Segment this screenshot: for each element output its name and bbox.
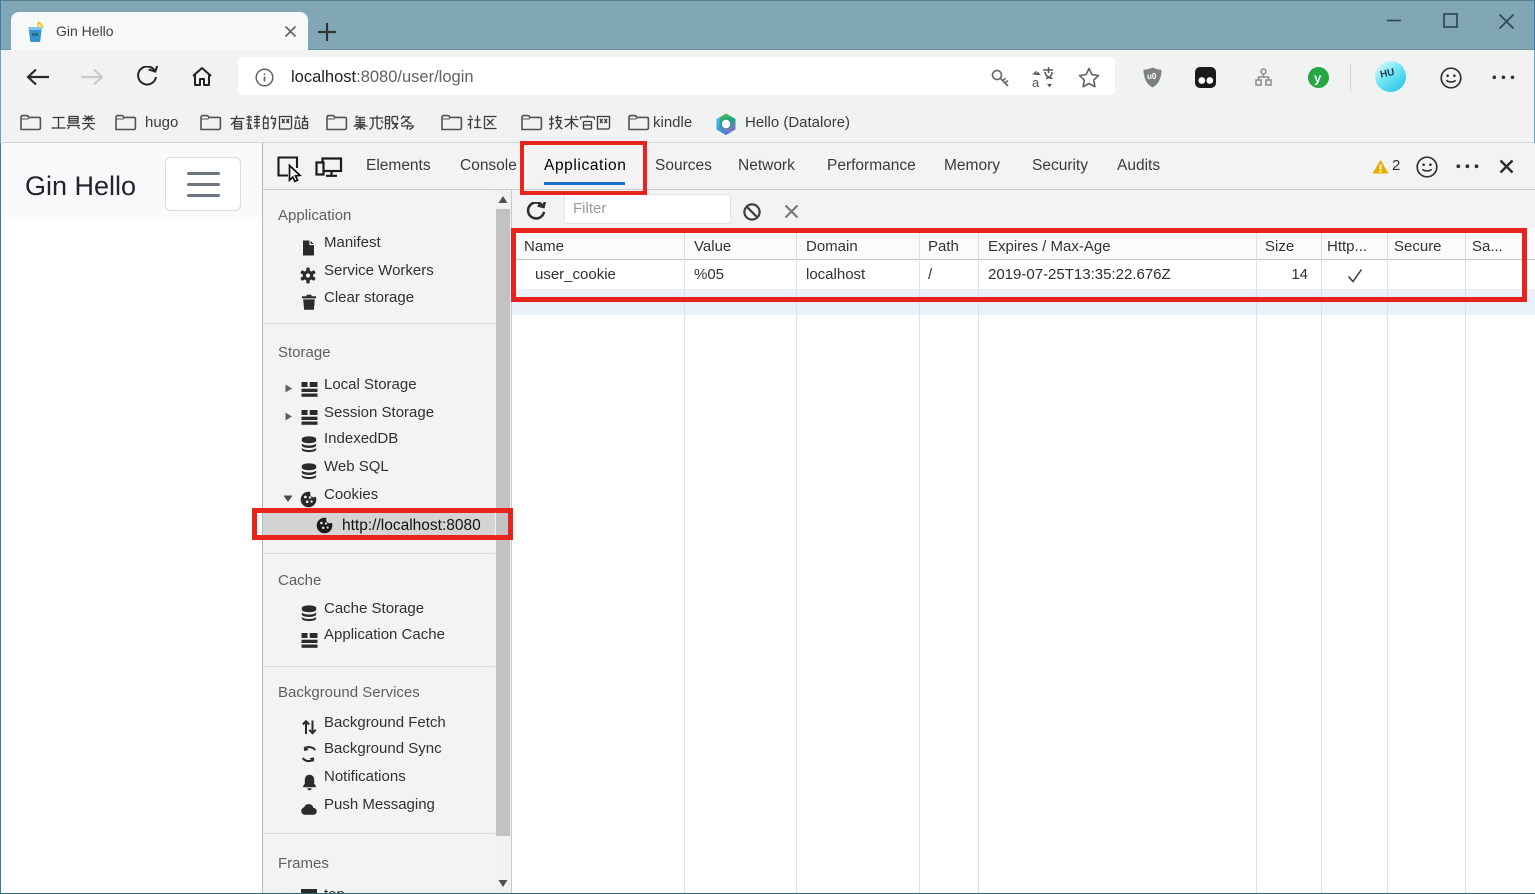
svg-text:y: y [1314,71,1322,86]
svg-text:a: a [1032,75,1040,90]
svg-text:u0: u0 [1147,72,1157,81]
